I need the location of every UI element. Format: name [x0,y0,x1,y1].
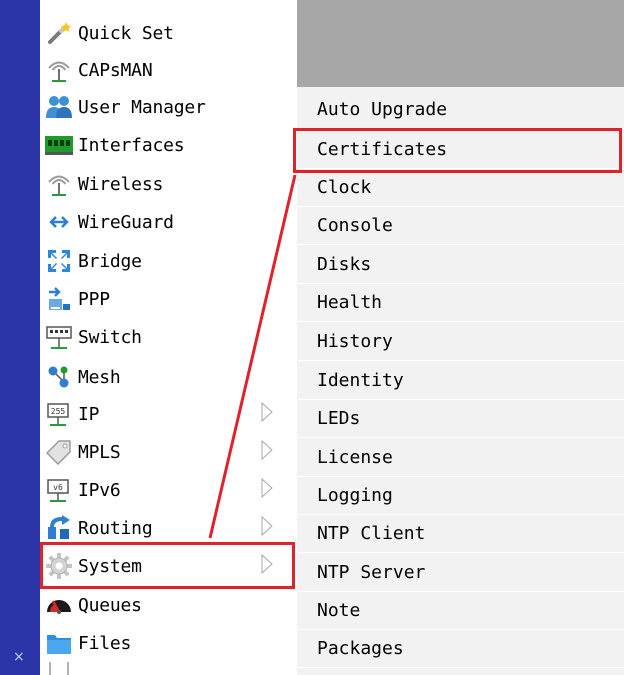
menu-item-interfaces[interactable]: Interfaces [40,126,297,164]
menu-item-switch[interactable]: Switch [40,318,297,356]
menu-item-capsman[interactable]: CAPsMAN [40,51,297,89]
ppp-icon [40,283,78,315]
submenu-item-disks[interactable]: Disks [297,246,624,284]
submenu-item-ntp-client[interactable]: NTP Client [297,515,624,553]
menu-item-mesh[interactable]: Mesh [40,358,297,396]
menu-item-wireless[interactable]: Wireless [40,165,297,203]
menu-item-ip[interactable]: 255 IP [40,395,297,433]
menu-item-label: Routing [78,517,153,539]
submenu-arrow-icon [261,515,273,540]
menu-item-label: CAPsMAN [78,59,153,81]
menu-item-bridge[interactable]: Bridge [40,242,297,280]
main-menu: Quick Set CAPsMAN User Manager Interface… [40,0,298,675]
menu-item-label: PPP [78,288,110,310]
menu-item-label: User Manager [78,96,206,118]
submenu-item-identity[interactable]: Identity [297,362,624,400]
log-icon [40,662,78,675]
antenna-icon [40,168,78,200]
vertical-title-strip: × [0,0,40,675]
svg-text:255: 255 [51,407,66,416]
submenu-item-logging[interactable]: Logging [297,477,624,515]
menu-item-label: Queues [78,594,142,616]
menu-item-label: Wireless [78,173,164,195]
menu-item-label: System [78,555,142,577]
submenu-item-license[interactable]: License [297,439,624,477]
menu-item-quick-set[interactable]: Quick Set [40,14,297,52]
menu-item-label: Bridge [78,250,142,272]
switch-icon [40,321,78,353]
menu-item-label: Mesh [78,366,121,388]
antenna-icon [40,54,78,86]
submenu-arrow-icon [261,439,273,464]
ip-icon: 255 [40,398,78,430]
menu-item-routing[interactable]: Routing [40,509,297,547]
submenu-item-note[interactable]: Note [297,592,624,630]
routing-icon [40,512,78,544]
system-submenu: Auto Upgrade Certificates Clock Console … [297,87,624,675]
menu-item-wireguard[interactable]: WireGuard [40,203,297,241]
wand-icon [40,17,78,49]
menu-item-mpls[interactable]: MPLS [40,433,297,471]
winbox-window: × Quick Set CAPsMAN User Manager Interfa… [0,0,624,675]
menu-item-label: Files [78,632,132,654]
menu-item-label: Switch [78,326,142,348]
menu-item-files[interactable]: Files [40,624,297,662]
queues-icon [40,589,78,621]
arrows-icon [40,206,78,238]
mpls-icon [40,436,78,468]
submenu-item-certificates[interactable]: Certificates [297,131,624,169]
menu-item-label: IPv6 [78,479,121,501]
mesh-icon [40,361,78,393]
gear-icon [40,550,78,582]
submenu-item-console[interactable]: Console [297,207,624,245]
menu-item-label: MPLS [78,441,121,463]
submenu-arrow-icon [261,553,273,578]
menu-item-label: Quick Set [78,22,174,44]
bridge-icon [40,245,78,277]
submenu-item-packages[interactable]: Packages [297,630,624,668]
submenu-arrow-icon [261,401,273,426]
menu-item-partial[interactable] [40,662,297,675]
submenu-item-auto-upgrade[interactable]: Auto Upgrade [297,91,624,129]
ipv6-icon: v6 [40,474,78,506]
menu-item-system[interactable]: System [40,547,297,585]
submenu-arrow-icon [261,477,273,502]
menu-item-label: Interfaces [78,134,185,156]
submenu-item-leds[interactable]: LEDs [297,400,624,438]
interfaces-icon [40,129,78,161]
submenu-item-health[interactable]: Health [297,284,624,322]
menu-item-ipv6[interactable]: v6 IPv6 [40,471,297,509]
submenu-item-ntp-server[interactable]: NTP Server [297,554,624,592]
svg-text:v6: v6 [53,483,63,492]
menu-item-queues[interactable]: Queues [40,586,297,624]
close-icon[interactable]: × [13,649,25,665]
submenu-item-history[interactable]: History [297,323,624,361]
menu-item-label: IP [78,403,100,425]
submenu-item-clock[interactable]: Clock [297,169,624,207]
menu-item-user-manager[interactable]: User Manager [40,88,297,126]
menu-item-ppp[interactable]: PPP [40,280,297,318]
users-icon [40,91,78,123]
window-title-area [297,0,624,87]
menu-item-label: WireGuard [78,211,174,233]
folder-icon [40,627,78,659]
